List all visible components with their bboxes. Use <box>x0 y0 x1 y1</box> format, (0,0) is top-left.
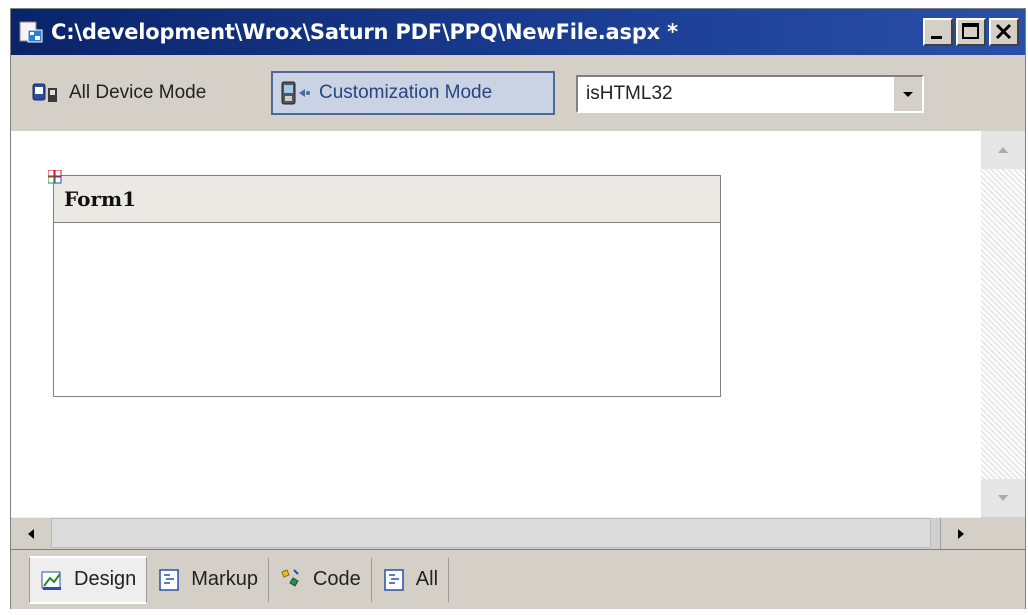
markup-view-icon <box>157 568 181 592</box>
document-window: C:\development\Wrox\Saturn PDF\PPQ\NewFi… <box>10 8 1026 609</box>
arrow-left-icon <box>28 529 34 539</box>
aspx-file-icon <box>19 20 43 44</box>
all-device-mode-icon <box>31 80 61 106</box>
tab-design[interactable]: Design <box>29 555 148 604</box>
maximize-icon <box>962 23 979 39</box>
title-bar[interactable]: C:\development\Wrox\Saturn PDF\PPQ\NewFi… <box>11 9 1025 55</box>
design-surface[interactable]: Form1 <box>11 131 981 517</box>
minimize-icon <box>931 36 942 39</box>
tab-code[interactable]: Code <box>269 557 372 602</box>
horizontal-scrollbar[interactable] <box>11 517 981 550</box>
horizontal-scroll-thumb[interactable] <box>51 518 931 548</box>
design-view-icon <box>40 568 64 592</box>
window-title: C:\development\Wrox\Saturn PDF\PPQ\NewFi… <box>51 20 678 44</box>
tab-code-label: Code <box>312 568 361 590</box>
form-control[interactable]: Form1 <box>47 169 721 397</box>
vertical-scrollbar[interactable] <box>981 131 1025 517</box>
chevron-down-icon <box>903 92 913 97</box>
tab-all-label: All <box>415 568 439 590</box>
customization-mode-button[interactable]: Customization Mode <box>271 71 555 115</box>
scroll-left-button[interactable] <box>11 518 52 550</box>
dropdown-arrow-button[interactable] <box>892 77 922 111</box>
tab-markup-label: Markup <box>191 568 258 590</box>
form-glyph-icon <box>47 169 62 184</box>
arrow-down-icon <box>998 495 1008 501</box>
tab-markup[interactable]: Markup <box>147 557 269 602</box>
form-title: Form1 <box>64 187 137 211</box>
tab-design-label: Design <box>74 568 137 590</box>
scrollbar-corner <box>981 517 1025 549</box>
window-controls <box>923 18 1019 46</box>
form-header: Form1 <box>54 176 720 223</box>
code-view-icon <box>279 568 303 592</box>
arrow-right-icon <box>958 529 964 539</box>
device-filter-select[interactable]: isHTML32 <box>576 75 924 113</box>
view-tabs: Design Markup Code All <box>11 549 1025 609</box>
device-toolbar: All Device Mode Customization Mode isHTM… <box>11 55 1025 132</box>
tab-all[interactable]: All <box>372 557 450 602</box>
close-icon <box>995 23 1012 40</box>
maximize-button[interactable] <box>956 18 986 46</box>
close-button[interactable] <box>989 18 1019 46</box>
minimize-button[interactable] <box>923 18 953 46</box>
customization-mode-label: Customization Mode <box>319 82 493 103</box>
scroll-right-button[interactable] <box>940 518 981 550</box>
horizontal-scroll-track[interactable] <box>51 518 941 550</box>
all-view-icon <box>382 568 406 592</box>
scroll-up-button[interactable] <box>981 131 1025 169</box>
all-device-mode-label: All Device Mode <box>69 82 207 103</box>
device-filter-value: isHTML32 <box>586 83 673 104</box>
arrow-up-icon <box>998 147 1008 153</box>
customization-mode-icon <box>279 79 313 107</box>
scroll-down-button[interactable] <box>981 479 1025 517</box>
all-device-mode-button[interactable]: All Device Mode <box>31 73 206 113</box>
